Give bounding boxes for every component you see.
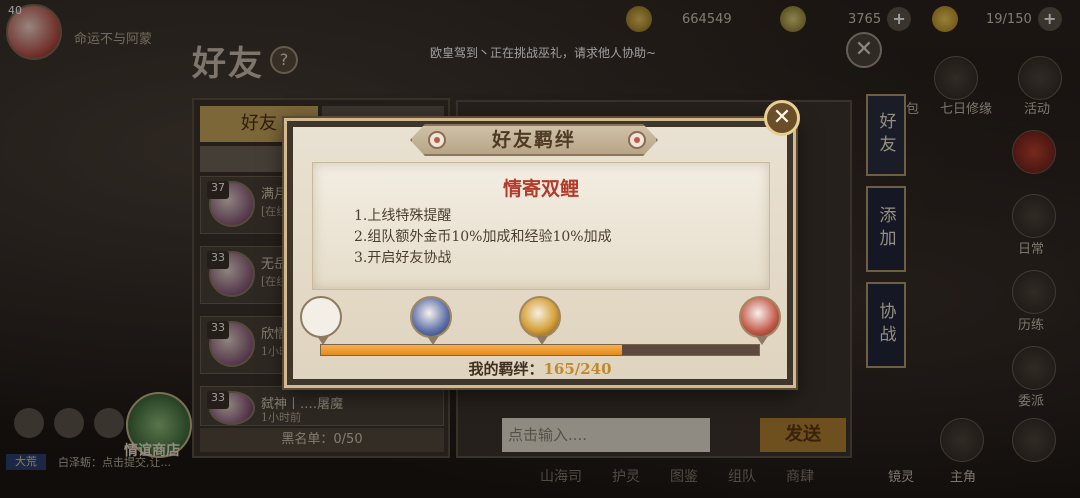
bond-tier-name: 情寄双鲤 (502, 178, 579, 200)
bond-perk-item: 3.开启好友协战 (354, 250, 452, 266)
bond-value: 165/240 (543, 360, 612, 378)
bond-progress-bar (320, 344, 760, 356)
bond-milestone-koi-icon[interactable] (519, 296, 561, 345)
bond-milestone-fish-icon[interactable] (410, 296, 452, 345)
bond-progress-fill (321, 345, 623, 355)
bond-perk-item: 2.组队额外金币10%加成和经验10%加成 (354, 229, 612, 245)
bond-milestone-empty[interactable] (300, 296, 342, 345)
bond-milestone-final-icon[interactable] (739, 296, 781, 345)
dialog-title: 好友羁绊 (491, 129, 576, 151)
bond-progress-label: 我的羁绊：165/240 (284, 358, 796, 379)
bond-label-text: 我的羁绊： (468, 360, 544, 378)
close-icon[interactable]: ✕ (764, 100, 800, 136)
bond-perk-item: 1.上线特殊提醒 (354, 208, 452, 224)
bond-perk-list: 1.上线特殊提醒 2.组队额外金币10%加成和经验10%加成 3.开启好友协战 (354, 206, 612, 269)
